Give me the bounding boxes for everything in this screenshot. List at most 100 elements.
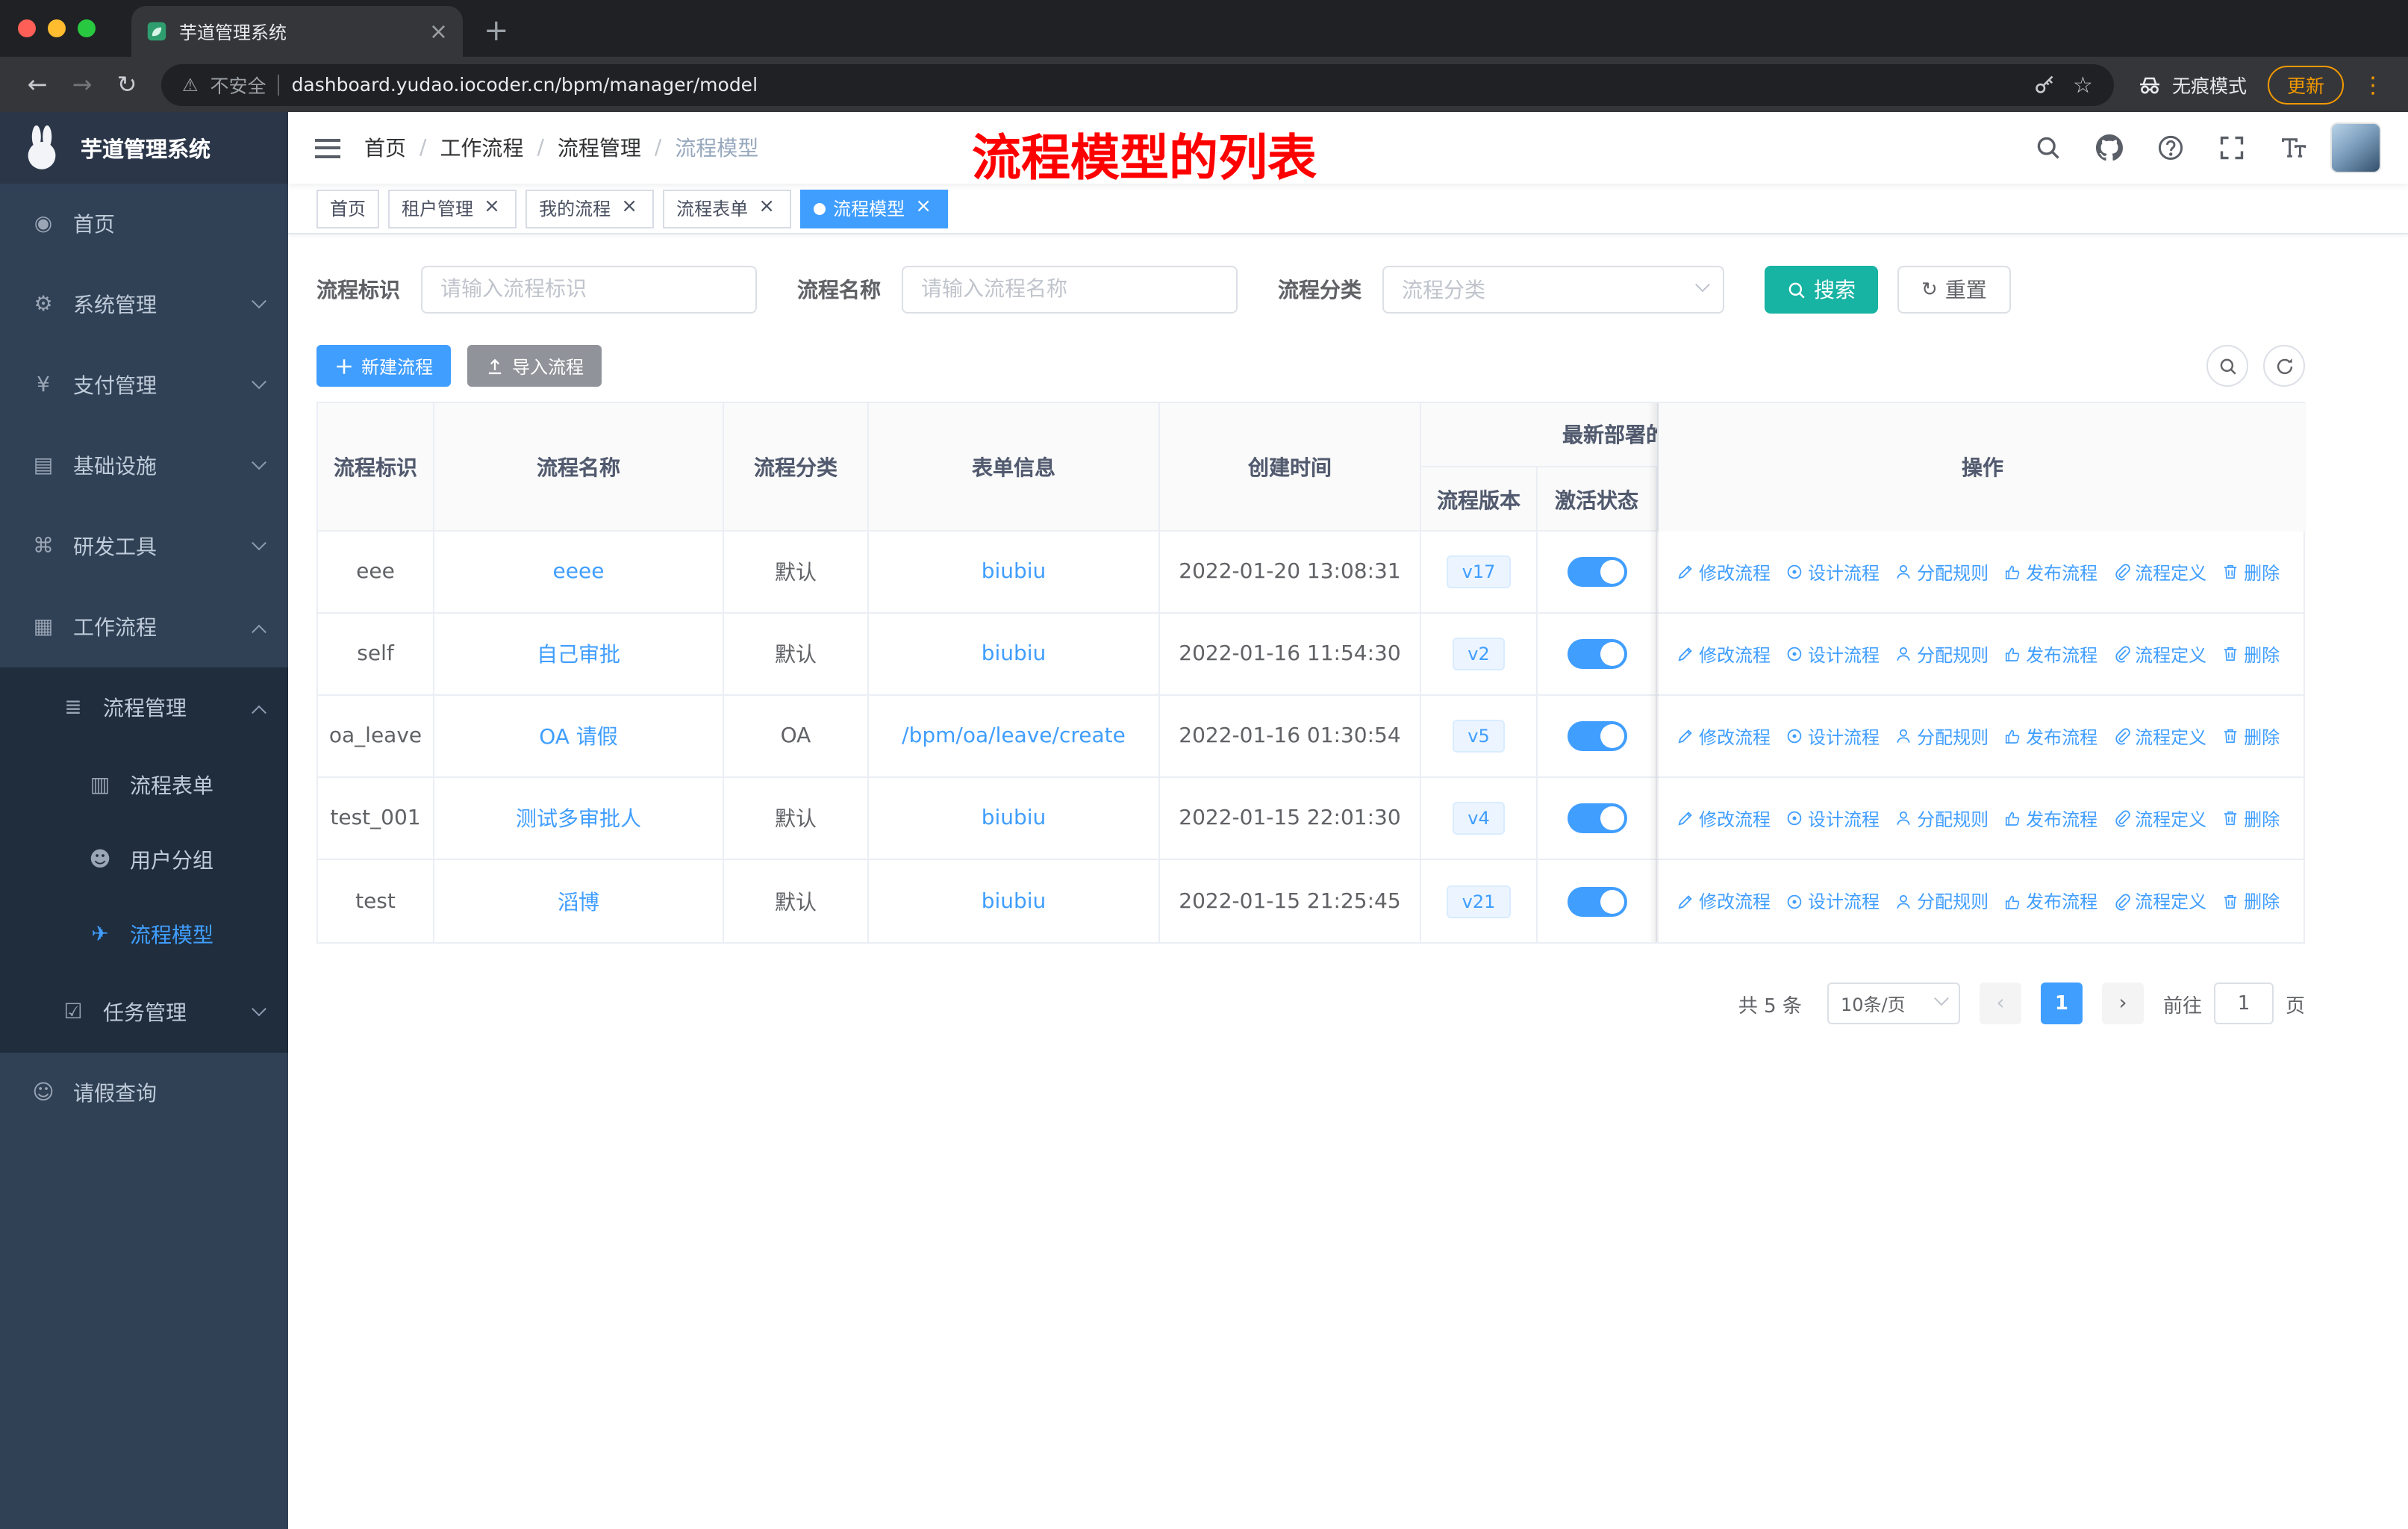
process-name-link[interactable]: eeee (553, 560, 605, 584)
back-icon[interactable]: ← (18, 70, 57, 99)
reset-button[interactable]: ↻ 重置 (1897, 266, 2011, 314)
form-info-link[interactable]: biubiu (982, 642, 1047, 666)
breadcrumb-item[interactable]: 流程管理 (558, 133, 641, 163)
assign-rules-link[interactable]: 分配规则 (1894, 888, 1989, 914)
modify-link[interactable]: 修改流程 (1676, 723, 1771, 749)
prev-page-button[interactable]: ‹ (1979, 983, 2021, 1024)
update-button[interactable]: 更新 (2267, 65, 2344, 104)
search-icon[interactable] (2035, 134, 2062, 161)
new-tab-button[interactable]: + (484, 15, 509, 45)
page-size-select[interactable]: 10条/页 (1827, 983, 1960, 1024)
design-link[interactable]: 设计流程 (1785, 888, 1880, 914)
sidebar-item-process-model[interactable]: ✈ 流程模型 (0, 897, 288, 972)
question-icon[interactable] (2157, 134, 2184, 161)
process-name-link[interactable]: 自己审批 (537, 639, 620, 669)
sidebar-item-system-management[interactable]: ⚙ 系统管理 (0, 264, 288, 345)
github-icon[interactable] (2096, 134, 2123, 161)
sidebar-item-user-group[interactable]: ☻ 用户分组 (0, 823, 288, 897)
sidebar-item-home[interactable]: ◉ 首页 (0, 184, 288, 264)
sidebar-item-process-management[interactable]: ≣ 流程管理 (0, 667, 288, 748)
delete-link[interactable]: 删除 (2221, 888, 2280, 914)
definition-link[interactable]: 流程定义 (2112, 723, 2206, 749)
breadcrumb-item[interactable]: 工作流程 (440, 133, 523, 163)
sidebar-item-workflow[interactable]: ▦ 工作流程 (0, 587, 288, 667)
modify-link[interactable]: 修改流程 (1676, 806, 1771, 831)
process-name-link[interactable]: 测试多审批人 (516, 803, 641, 833)
delete-link[interactable]: 删除 (2221, 641, 2280, 667)
close-tag-icon[interactable]: × (618, 196, 640, 219)
sidebar-item-dev-tools[interactable]: ⌘ 研发工具 (0, 506, 288, 587)
active-toggle[interactable] (1567, 803, 1626, 833)
tag-process-form[interactable]: 流程表单 × (663, 189, 792, 228)
process-name-link[interactable]: OA 请假 (539, 721, 618, 751)
definition-link[interactable]: 流程定义 (2112, 888, 2206, 914)
close-tab-icon[interactable]: × (429, 20, 448, 43)
delete-link[interactable]: 删除 (2221, 723, 2280, 749)
breadcrumb-item[interactable]: 首页 (364, 133, 406, 163)
new-process-button[interactable]: 新建流程 (316, 345, 452, 387)
import-process-button[interactable]: 导入流程 (467, 345, 602, 387)
form-info-link[interactable]: biubiu (982, 560, 1047, 584)
forward-icon[interactable]: → (63, 70, 102, 99)
url-text[interactable]: dashboard.yudao.iocoder.cn/bpm/manager/m… (292, 73, 758, 96)
definition-link[interactable]: 流程定义 (2112, 559, 2206, 585)
close-window-button[interactable] (18, 19, 36, 37)
tag-process-model[interactable]: 流程模型 × (800, 189, 949, 228)
address-bar[interactable]: ⚠ 不安全 dashboard.yudao.iocoder.cn/bpm/man… (161, 63, 2114, 105)
modify-link[interactable]: 修改流程 (1676, 559, 1771, 585)
publish-link[interactable]: 发布流程 (2003, 806, 2097, 831)
sidebar-item-task-management[interactable]: ☑ 任务管理 (0, 972, 288, 1053)
font-size-icon[interactable] (2280, 134, 2306, 161)
publish-link[interactable]: 发布流程 (2003, 641, 2097, 667)
design-link[interactable]: 设计流程 (1785, 806, 1880, 831)
maximize-window-button[interactable] (78, 19, 96, 37)
form-info-link[interactable]: biubiu (982, 806, 1047, 830)
assign-rules-link[interactable]: 分配规则 (1894, 806, 1989, 831)
close-tag-icon[interactable]: × (912, 196, 935, 219)
publish-link[interactable]: 发布流程 (2003, 559, 2097, 585)
delete-link[interactable]: 删除 (2221, 806, 2280, 831)
definition-link[interactable]: 流程定义 (2112, 806, 2206, 831)
search-button[interactable]: 搜索 (1765, 266, 1878, 314)
tag-tenant[interactable]: 租户管理 × (388, 189, 517, 228)
close-tag-icon[interactable]: × (481, 196, 503, 219)
form-info-link[interactable]: biubiu (982, 889, 1047, 913)
avatar[interactable] (2330, 122, 2381, 173)
tag-my-process[interactable]: 我的流程 × (525, 189, 655, 228)
design-link[interactable]: 设计流程 (1785, 559, 1880, 585)
goto-page-input[interactable] (2213, 983, 2274, 1024)
browser-menu-icon[interactable]: ⋮ (2362, 71, 2384, 98)
delete-link[interactable]: 删除 (2221, 559, 2280, 585)
assign-rules-link[interactable]: 分配规则 (1894, 559, 1989, 585)
bookmark-star-icon[interactable]: ☆ (2073, 71, 2093, 98)
publish-link[interactable]: 发布流程 (2003, 888, 2097, 914)
form-info-link[interactable]: /bpm/oa/leave/create (902, 724, 1126, 748)
design-link[interactable]: 设计流程 (1785, 723, 1880, 749)
process-key-input[interactable] (421, 266, 757, 314)
process-category-select[interactable]: 流程分类 (1382, 266, 1724, 314)
page-number-current[interactable]: 1 (2040, 983, 2083, 1024)
refresh-table-button[interactable] (2263, 345, 2305, 387)
sidebar-item-infrastructure[interactable]: ▤ 基础设施 (0, 426, 288, 506)
modify-link[interactable]: 修改流程 (1676, 641, 1771, 667)
sidebar-item-payment-management[interactable]: ¥ 支付管理 (0, 345, 288, 426)
modify-link[interactable]: 修改流程 (1676, 888, 1771, 914)
browser-tab[interactable]: 芋道管理系统 × (131, 6, 463, 57)
security-label[interactable]: 不安全 (210, 70, 266, 99)
tag-home[interactable]: 首页 (316, 189, 380, 228)
sidebar-item-leave-query[interactable]: ☺ 请假查询 (0, 1053, 288, 1133)
next-page-button[interactable]: › (2101, 983, 2144, 1024)
minimize-window-button[interactable] (48, 19, 66, 37)
process-name-link[interactable]: 滔博 (558, 886, 599, 916)
active-toggle[interactable] (1567, 639, 1626, 669)
key-icon[interactable] (2033, 73, 2055, 96)
reload-icon[interactable]: ↻ (107, 70, 146, 99)
assign-rules-link[interactable]: 分配规则 (1894, 723, 1989, 749)
assign-rules-link[interactable]: 分配规则 (1894, 641, 1989, 667)
toggle-search-button[interactable] (2206, 345, 2248, 387)
sidebar-item-process-form[interactable]: ▥ 流程表单 (0, 748, 288, 823)
process-name-input[interactable] (902, 266, 1238, 314)
close-tag-icon[interactable]: × (755, 196, 778, 219)
sidebar-toggle-icon[interactable] (288, 138, 364, 158)
active-toggle[interactable] (1567, 886, 1626, 916)
